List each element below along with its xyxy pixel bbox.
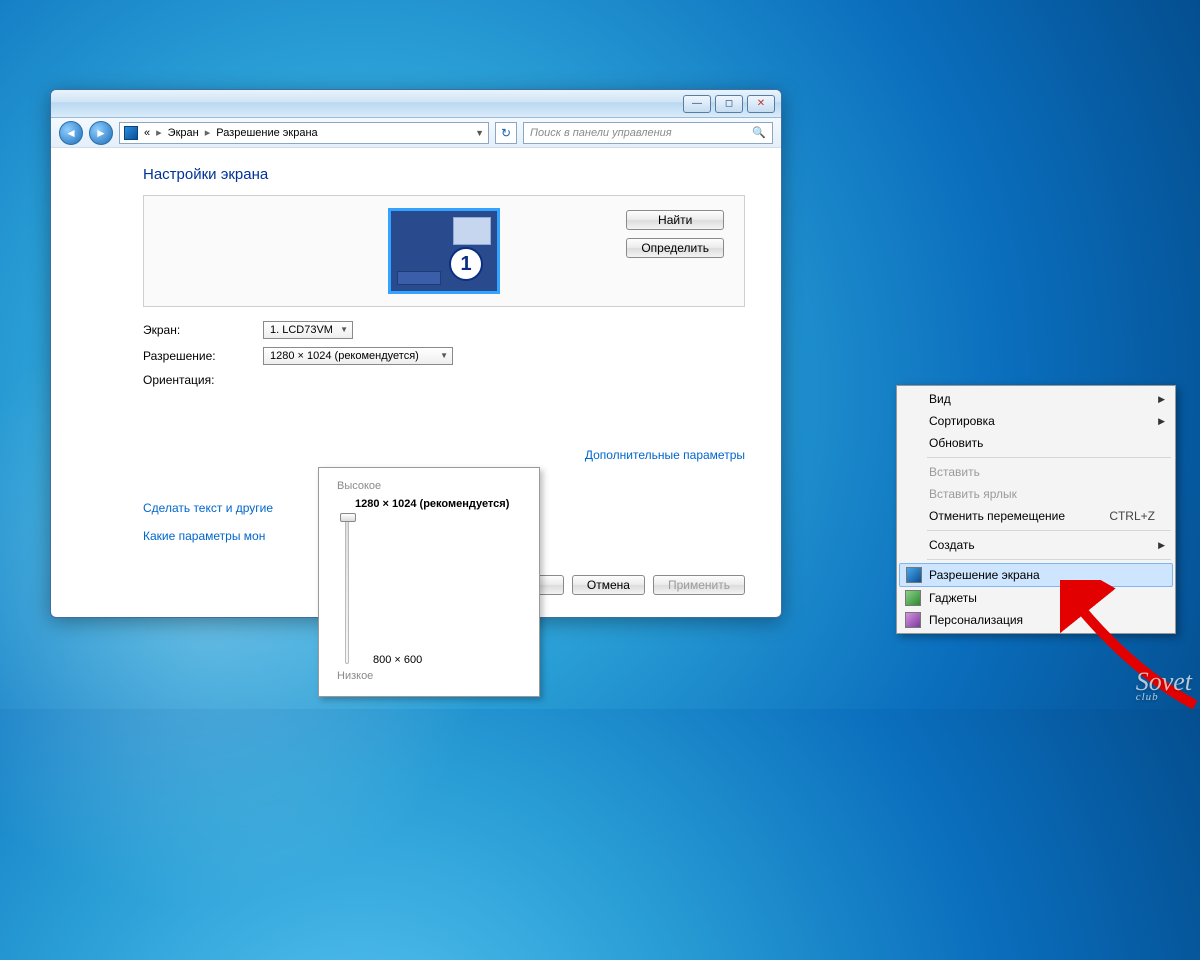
desktop-context-menu: Вид Сортировка Обновить Вставить Вставит… xyxy=(896,385,1176,634)
monitor-taskbar-graphic xyxy=(397,271,441,285)
ctx-paste: Вставить xyxy=(899,461,1173,483)
explorer-navbar: ◄ ► « ▸ Экран ▸ Разрешение экрана ▼ ↻ По… xyxy=(51,118,781,148)
screen-label: Экран: xyxy=(143,323,263,337)
ctx-gadgets[interactable]: Гаджеты xyxy=(899,587,1173,609)
minimize-button[interactable]: — xyxy=(683,95,711,113)
slider-thumb[interactable] xyxy=(340,513,356,522)
ctx-undo-shortcut: CTRL+Z xyxy=(1109,509,1155,523)
monitor-thumbnail[interactable]: 1 xyxy=(388,208,500,294)
search-input[interactable]: Поиск в панели управления 🔍 xyxy=(523,122,773,144)
nav-back-button[interactable]: ◄ xyxy=(59,121,83,145)
search-placeholder: Поиск в панели управления xyxy=(530,127,672,139)
apply-button[interactable]: Применить xyxy=(653,575,745,595)
ctx-separator xyxy=(927,530,1171,531)
address-bar[interactable]: « ▸ Экран ▸ Разрешение экрана ▼ xyxy=(119,122,489,144)
slider-low-label: Низкое xyxy=(337,670,527,682)
ctx-sort[interactable]: Сортировка xyxy=(899,410,1173,432)
resolution-slider-popup: Высокое 1280 × 1024 (рекомендуется) 800 … xyxy=(318,467,540,697)
maximize-button[interactable]: ◻ xyxy=(715,95,743,113)
watermark: Sovetclub xyxy=(1136,667,1192,703)
orientation-label: Ориентация: xyxy=(143,373,263,387)
gadgets-icon xyxy=(905,590,921,606)
screen-dropdown[interactable]: 1. LCD73VM xyxy=(263,321,353,339)
breadcrumb-level2[interactable]: Разрешение экрана xyxy=(216,127,317,139)
breadcrumb-root: « xyxy=(144,127,150,139)
slider-current-value: 1280 × 1024 (рекомендуется) xyxy=(355,498,527,510)
page-title: Настройки экрана xyxy=(143,166,745,183)
window-titlebar: — ◻ ✕ xyxy=(51,90,781,118)
breadcrumb-sep-icon: ▸ xyxy=(156,126,162,139)
ctx-view[interactable]: Вид xyxy=(899,388,1173,410)
monitor-number: 1 xyxy=(449,247,483,281)
monitor-preview-area: 1 Найти Определить xyxy=(143,195,745,307)
advanced-settings-link[interactable]: Дополнительные параметры xyxy=(585,448,745,462)
which-params-link[interactable]: Какие параметры мон xyxy=(143,529,273,543)
address-dropdown-icon[interactable]: ▼ xyxy=(475,128,484,138)
text-size-link[interactable]: Сделать текст и другие xyxy=(143,501,273,515)
ctx-personalize[interactable]: Персонализация xyxy=(899,609,1173,631)
monitor-icon xyxy=(906,567,922,583)
breadcrumb-level1[interactable]: Экран xyxy=(168,127,199,139)
nav-forward-button[interactable]: ► xyxy=(89,121,113,145)
search-icon: 🔍 xyxy=(752,126,766,139)
control-panel-icon xyxy=(124,126,138,140)
resolution-slider[interactable] xyxy=(345,514,349,664)
slider-min-value: 800 × 600 xyxy=(373,654,422,666)
identify-button[interactable]: Определить xyxy=(626,238,724,258)
find-button[interactable]: Найти xyxy=(626,210,724,230)
ctx-paste-shortcut: Вставить ярлык xyxy=(899,483,1173,505)
ctx-create[interactable]: Создать xyxy=(899,534,1173,556)
ctx-refresh[interactable]: Обновить xyxy=(899,432,1173,454)
close-button[interactable]: ✕ xyxy=(747,95,775,113)
refresh-button[interactable]: ↻ xyxy=(495,122,517,144)
cancel-button[interactable]: Отмена xyxy=(572,575,645,595)
personalize-icon xyxy=(905,612,921,628)
resolution-label: Разрешение: xyxy=(143,349,263,363)
ctx-separator xyxy=(927,457,1171,458)
resolution-dropdown[interactable]: 1280 × 1024 (рекомендуется) xyxy=(263,347,453,365)
slider-high-label: Высокое xyxy=(337,480,527,492)
breadcrumb-sep-icon: ▸ xyxy=(205,126,211,139)
ctx-undo-move[interactable]: Отменить перемещениеCTRL+Z xyxy=(899,505,1173,527)
ctx-separator xyxy=(927,559,1171,560)
ctx-screen-resolution[interactable]: Разрешение экрана xyxy=(899,563,1173,587)
